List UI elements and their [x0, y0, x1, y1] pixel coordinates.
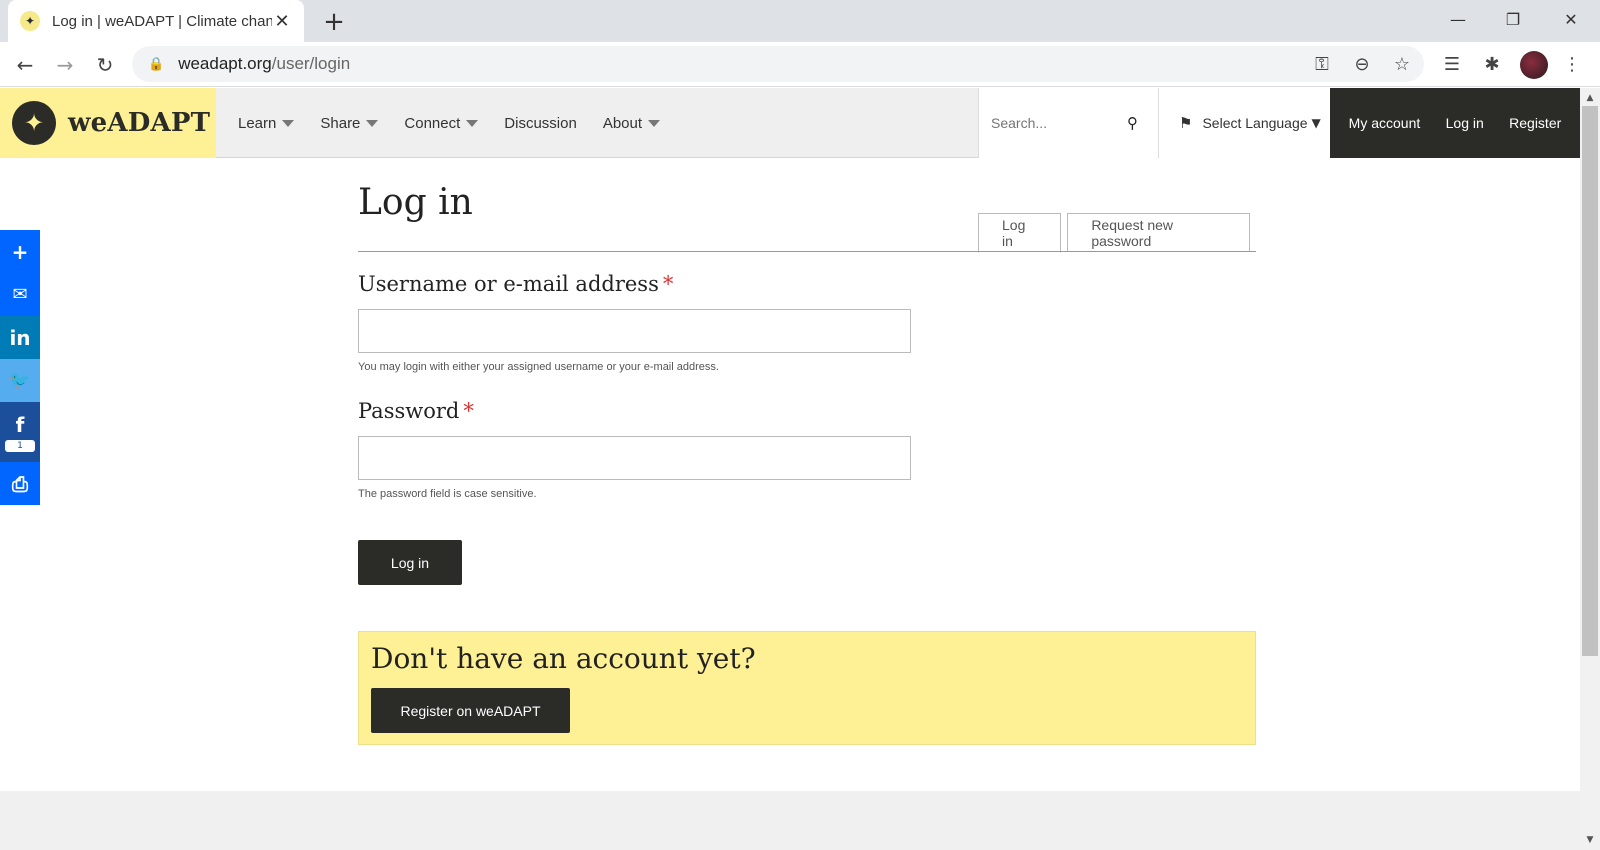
my-account-link[interactable]: My account: [1349, 115, 1421, 131]
caret-down-icon: [648, 119, 661, 127]
browser-menu-icon[interactable]: ⋮: [1558, 50, 1586, 78]
register-link[interactable]: Register: [1509, 115, 1561, 131]
back-button[interactable]: ←: [10, 50, 40, 80]
share-linkedin-button[interactable]: in: [0, 316, 40, 359]
close-tab-icon[interactable]: ✕: [272, 11, 292, 32]
facebook-icon: f: [15, 412, 25, 437]
login-link[interactable]: Log in: [1446, 115, 1484, 131]
linkedin-icon: in: [9, 325, 31, 350]
scroll-down-arrow-icon[interactable]: ▼: [1580, 832, 1600, 848]
nav-learn-label: Learn: [238, 114, 277, 132]
footer-band: [0, 791, 1580, 850]
nav-connect-label: Connect: [404, 114, 461, 132]
main-navigation: Learn Share Connect Discussion About: [238, 88, 686, 158]
register-callout-heading: Don't have an account yet?: [371, 642, 756, 675]
flag-icon: ⚑: [1179, 114, 1193, 132]
page-title: Log in: [358, 182, 473, 223]
username-label: Username or e-mail address *: [358, 272, 673, 296]
caret-down-icon: [466, 119, 479, 127]
site-logo[interactable]: ✦ weADAPT: [0, 88, 216, 158]
page-scrollbar[interactable]: ▲ ▼: [1580, 88, 1600, 850]
twitter-icon: 🐦: [9, 370, 31, 391]
facebook-share-count: 1: [5, 439, 35, 452]
password-input[interactable]: [358, 436, 911, 480]
zoom-icon[interactable]: ⊖: [1348, 50, 1376, 78]
required-marker: *: [463, 399, 474, 423]
search-input[interactable]: [991, 115, 1121, 131]
forward-button[interactable]: →: [50, 50, 80, 80]
site-favicon-icon: ✦: [20, 11, 40, 31]
password-label: Password *: [358, 399, 474, 423]
share-facebook-button[interactable]: f 1: [0, 402, 40, 462]
nav-learn[interactable]: Learn: [238, 114, 295, 132]
share-print-button[interactable]: ⎙: [0, 462, 40, 505]
key-icon[interactable]: ⚿: [1308, 50, 1336, 78]
nav-about-label: About: [602, 114, 643, 132]
required-marker: *: [662, 272, 674, 296]
title-divider: [358, 251, 1256, 252]
browser-tabstrip: ✦ Log in | weADAPT | Climate change ✕ + …: [0, 0, 1600, 42]
nav-connect[interactable]: Connect: [404, 114, 479, 132]
new-tab-button[interactable]: +: [320, 7, 348, 37]
nav-share-label: Share: [320, 114, 361, 132]
browser-toolbar: ← → ↻ 🔒 weadapt.org/user/login ⚿ ⊖ ☆ ☰ ✱…: [0, 42, 1600, 87]
language-label: Select Language: [1202, 115, 1308, 131]
scrollbar-thumb[interactable]: [1582, 106, 1598, 656]
minimize-window-button[interactable]: —: [1435, 4, 1481, 34]
caret-down-icon: ▼: [1311, 116, 1321, 130]
nav-about[interactable]: About: [602, 114, 661, 132]
site-header: ✦ weADAPT Learn Share Connect Discussion…: [0, 88, 1580, 158]
login-submit-button[interactable]: Log in: [358, 540, 462, 585]
address-bar[interactable]: 🔒 weadapt.org/user/login: [132, 46, 1424, 82]
browser-tab[interactable]: ✦ Log in | weADAPT | Climate change ✕: [8, 0, 304, 42]
plus-icon: +: [11, 239, 29, 264]
nav-discussion-label: Discussion: [504, 114, 577, 132]
url-path: /user/login: [271, 54, 351, 73]
restore-window-button[interactable]: ❐: [1490, 4, 1536, 34]
bookmark-star-icon[interactable]: ☆: [1388, 50, 1416, 78]
scroll-up-arrow-icon[interactable]: ▲: [1580, 90, 1600, 106]
username-label-text: Username or e-mail address: [358, 272, 659, 296]
reload-button[interactable]: ↻: [90, 50, 120, 80]
email-icon: ✉: [12, 284, 28, 305]
profile-avatar[interactable]: [1520, 51, 1548, 79]
print-icon: ⎙: [12, 471, 28, 496]
search-icon[interactable]: ⚲: [1127, 114, 1138, 132]
nav-discussion[interactable]: Discussion: [504, 115, 577, 132]
nav-share[interactable]: Share: [320, 114, 379, 132]
caret-down-icon: [366, 119, 379, 127]
language-selector[interactable]: ⚑ Select Language ▼: [1158, 88, 1330, 158]
lock-icon: 🔒: [148, 56, 165, 72]
tab-request-new-password[interactable]: Request new password: [1067, 213, 1250, 252]
share-plus-button[interactable]: +: [0, 230, 40, 273]
tab-log-in[interactable]: Log in: [978, 213, 1062, 253]
caret-down-icon: [282, 119, 295, 127]
username-help-text: You may login with either your assigned …: [358, 361, 719, 373]
register-button[interactable]: Register on weADAPT: [371, 688, 570, 733]
account-navigation: My account Log in Register: [1330, 88, 1580, 158]
brand-name: weADAPT: [68, 108, 211, 138]
password-help-text: The password field is case sensitive.: [358, 488, 537, 500]
login-tabs: Log in Request new password: [978, 213, 1256, 253]
layers-extension-icon[interactable]: ☰: [1438, 50, 1466, 78]
weadapt-logo-icon: ✦: [12, 101, 56, 145]
register-callout: Don't have an account yet? Register on w…: [358, 631, 1256, 745]
extensions-puzzle-icon[interactable]: ✱: [1478, 50, 1506, 78]
url-host: weadapt.org: [178, 54, 272, 73]
site-search: ⚲: [978, 88, 1158, 158]
close-window-button[interactable]: ✕: [1548, 4, 1594, 34]
tab-title: Log in | weADAPT | Climate change: [52, 12, 272, 30]
username-input[interactable]: [358, 309, 911, 353]
share-twitter-button[interactable]: 🐦: [0, 359, 40, 402]
password-label-text: Password: [358, 399, 460, 423]
share-sidebar: + ✉ in 🐦 f 1 ⎙: [0, 230, 40, 505]
share-email-button[interactable]: ✉: [0, 273, 40, 316]
